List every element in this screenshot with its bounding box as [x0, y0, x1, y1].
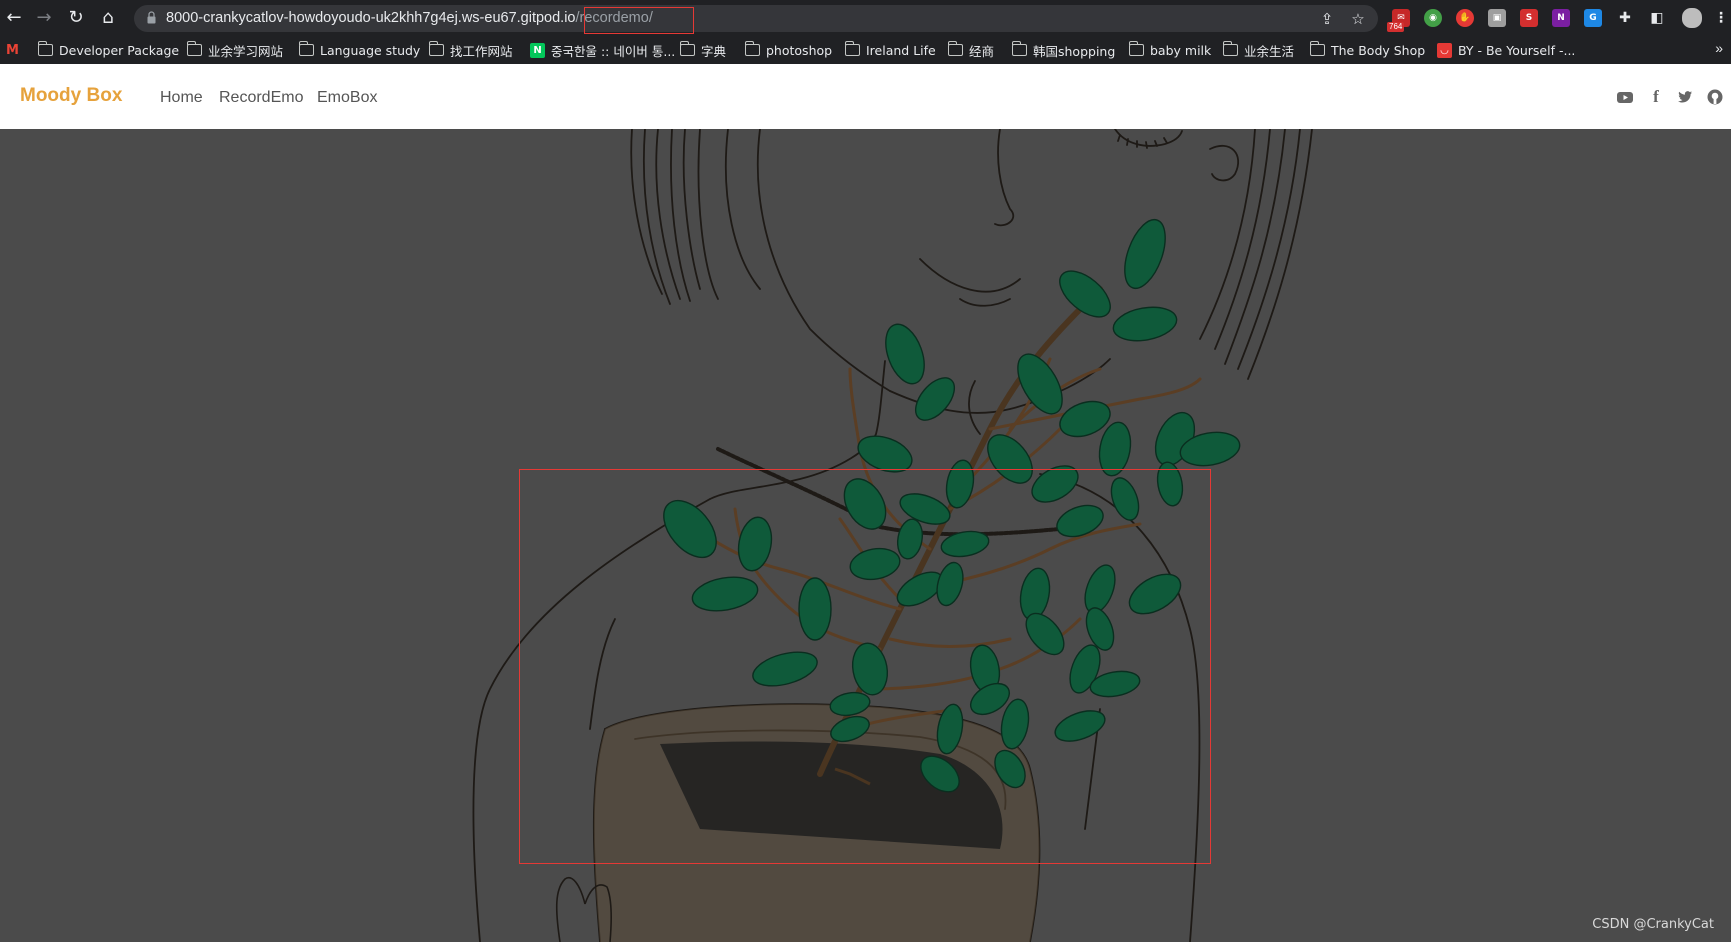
bookmark-item[interactable]: 找工作网站 [428, 41, 513, 59]
gmail-icon: M [6, 42, 19, 58]
side-panel-icon[interactable]: ◧ [1648, 9, 1666, 27]
folder-icon [1222, 41, 1238, 56]
s-extension-icon[interactable]: S [1520, 9, 1538, 27]
folder-icon [947, 41, 963, 56]
bookmark-label: Developer Package [59, 42, 180, 58]
by-site-icon: ◡ [1437, 42, 1452, 58]
browser-toolbar: ← → ↻ ⌂ 8000-crankycatlov-howdoyoudo-uk2… [0, 0, 1731, 36]
menu-kebab-icon[interactable]: ⋮ [1712, 9, 1730, 27]
youtube-icon[interactable] [1616, 88, 1634, 106]
brand-logo[interactable]: Moody Box [20, 85, 122, 107]
bookmark-star-icon[interactable]: ☆ [1348, 9, 1368, 29]
bookmark-label: Ireland Life [866, 42, 936, 58]
naver-icon: N [530, 42, 545, 58]
folder-icon [1309, 41, 1325, 56]
bookmark-label: Language study [320, 42, 421, 58]
url-host: 8000-crankycatlov-howdoyoudo-uk2khh7g4ej… [166, 10, 576, 26]
forward-icon[interactable]: → [32, 6, 56, 30]
share-icon[interactable]: ⇪ [1317, 9, 1337, 29]
screenshot-extension-icon[interactable]: ▣ [1488, 9, 1506, 27]
csdn-watermark: CSDN @CrankyCat [1592, 917, 1714, 932]
folder-icon [298, 41, 314, 56]
address-bar[interactable]: 8000-crankycatlov-howdoyoudo-uk2khh7g4ej… [134, 5, 1378, 32]
folder-icon [744, 41, 760, 56]
bookmark-label: 字典 [701, 43, 727, 59]
bookmark-label: 중국한울 :: 네이버 통... [551, 43, 676, 59]
back-icon[interactable]: ← [2, 6, 26, 30]
folder-icon [679, 41, 695, 56]
bookmark-item[interactable]: Ireland Life [844, 41, 936, 59]
hero-illustration: CSDN @CrankyCat [0, 129, 1731, 942]
folder-icon [844, 41, 860, 56]
site-navbar: Moody Box Home RecordEmo EmoBox f [0, 64, 1731, 129]
url-path-highlight-box [584, 7, 694, 34]
translate-extension-icon[interactable]: G [1584, 9, 1602, 27]
extension-badge: 764 [1387, 22, 1405, 32]
github-icon[interactable] [1706, 88, 1724, 106]
folder-icon [428, 41, 444, 56]
bookmark-item[interactable]: 业余学习网站 [186, 41, 284, 59]
highlight-selection-box [519, 469, 1211, 864]
bookmark-label: photoshop [766, 42, 833, 58]
folder-icon [37, 41, 53, 56]
twitter-icon[interactable] [1676, 88, 1694, 106]
bookmark-label: baby milk [1150, 42, 1212, 58]
bookmark-label: The Body Shop [1331, 42, 1426, 58]
bookmark-label: 业余生活 [1244, 43, 1295, 59]
lock-icon [147, 11, 156, 24]
bookmark-label: 韩国shopping [1033, 43, 1116, 59]
bookmark-item[interactable]: N 중국한울 :: 네이버 통... [530, 41, 675, 59]
extensions-puzzle-icon[interactable]: ✚ [1616, 9, 1634, 27]
folder-icon [186, 41, 202, 56]
bookmark-label: 经商 [969, 43, 995, 59]
bookmarks-bar: M Developer Package 业余学习网站 Language stud… [0, 36, 1731, 64]
nav-link-emobox[interactable]: EmoBox [317, 89, 377, 107]
bookmark-item[interactable]: ◡ BY - Be Yourself -... [1437, 41, 1575, 59]
bookmark-label: BY - Be Yourself -... [1458, 42, 1576, 58]
bookmark-item[interactable]: photoshop [744, 41, 833, 59]
onenote-extension-icon[interactable]: N [1552, 9, 1570, 27]
bookmark-item[interactable]: Language study [298, 41, 421, 59]
bookmark-item[interactable]: 字典 [679, 41, 727, 59]
bookmark-item[interactable]: 业余生活 [1222, 41, 1295, 59]
chrome-extension-icon[interactable]: ◉ [1424, 9, 1442, 27]
bookmark-item[interactable]: The Body Shop [1309, 41, 1426, 59]
bookmark-label: 业余学习网站 [208, 43, 284, 59]
reload-icon[interactable]: ↻ [64, 6, 88, 30]
bookmark-label: 找工作网站 [450, 43, 513, 59]
nav-link-recordemo[interactable]: RecordEmo [219, 89, 303, 107]
folder-icon [1011, 41, 1027, 56]
facebook-icon[interactable]: f [1647, 88, 1665, 106]
bookmark-item[interactable]: 韩国shopping [1011, 41, 1116, 59]
nav-link-home[interactable]: Home [160, 89, 203, 107]
more-bookmarks-chevron-icon[interactable]: » [1715, 40, 1723, 56]
bookmark-item[interactable]: Developer Package [37, 41, 180, 59]
folder-icon [1128, 41, 1144, 56]
url-text[interactable]: 8000-crankycatlov-howdoyoudo-uk2khh7g4ej… [166, 10, 653, 26]
home-icon[interactable]: ⌂ [96, 6, 120, 30]
bookmark-item[interactable]: 经商 [947, 41, 995, 59]
bookmark-item[interactable]: baby milk [1128, 41, 1212, 59]
profile-avatar[interactable] [1682, 8, 1702, 28]
gmail-bookmark[interactable]: M [6, 41, 19, 59]
adblock-extension-icon[interactable]: ✋ [1456, 9, 1474, 27]
